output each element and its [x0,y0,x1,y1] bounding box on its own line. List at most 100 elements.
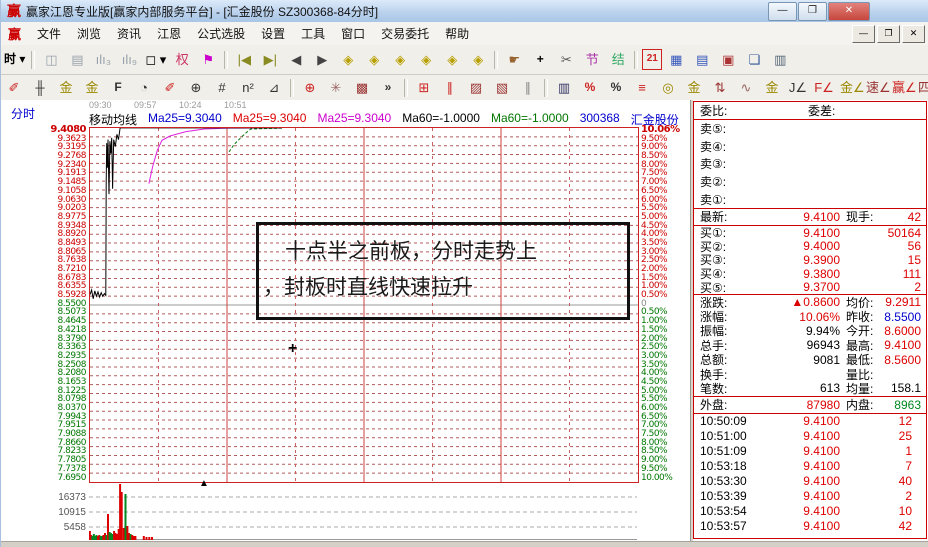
gann-gold-grid2-icon[interactable]: 金 [80,78,104,97]
calendar-icon[interactable]: 21 [642,49,662,70]
time-axis-label: 09:57 [134,100,161,110]
percent-axis-value: 2.00% [641,265,691,273]
wave-icon[interactable]: ∿ [734,78,758,97]
notepad-icon[interactable]: ▤ [690,50,714,69]
prev-page-icon[interactable]: ◀ [284,50,308,69]
menu-item[interactable]: 江恩 [149,22,189,45]
quote-panel: 委比: 委差: 卖⑤: 卖④: 卖③: [693,101,927,539]
drag-hand-icon[interactable]: ☛ [502,50,526,69]
compress-diamond-icon[interactable]: ◈ [440,50,464,69]
chart-type-dropdown[interactable]: ◻ ▾ [143,50,168,69]
target-circle-icon[interactable]: ⊕ [298,78,322,97]
overview-icon[interactable]: ◫ [39,50,63,69]
menu-item[interactable]: 帮助 [437,22,477,45]
percent-box-icon[interactable]: % [578,78,602,97]
menu-item[interactable]: 设置 [253,22,293,45]
updown-arrow-icon[interactable]: ⇅ [708,78,732,97]
more-tools-chevron[interactable]: » [376,78,400,97]
pan-left-diamond-icon[interactable]: ◈ [336,50,360,69]
parallel-lines-icon[interactable]: ∥ [516,78,540,97]
square-of-nine-icon[interactable]: n² [236,78,260,97]
volume-svg [89,482,637,540]
flag-icon[interactable]: ⚑ [196,50,220,69]
bid-row: 买③: 9.3900 15 [694,253,926,267]
price-axis-value: 9.1058 [1,187,86,195]
j-angle-icon[interactable]: J∠ [786,78,810,97]
shaded-box2-icon[interactable]: ▧ [490,78,514,97]
gold-lines-icon[interactable]: 金 [682,78,706,97]
fibonacci-icon[interactable]: F [106,78,130,97]
volume-9-icon[interactable]: ılı₉ [117,50,141,69]
tick-price: 9.4100 [803,519,840,533]
grid-box-icon[interactable]: ⊞ [412,78,436,97]
speed-angle-icon[interactable]: 速∠ [864,78,888,97]
four-angle-icon[interactable]: 四∠ [916,78,928,97]
ask-label: 卖⑤: [700,120,726,137]
latest-row: 最新: 9.4100 现手: 42 [694,209,926,225]
volume-profile-icon[interactable]: ▥ [552,78,576,97]
crosshair-icon[interactable]: + [528,50,552,69]
angle-mirror-icon[interactable]: ⊿ [262,78,286,97]
close-button[interactable]: ✕ [828,2,870,21]
fan-lines-icon[interactable]: ∥ [438,78,462,97]
menu-item[interactable]: 浏览 [69,22,109,45]
first-page-icon[interactable]: |◀ [232,50,256,69]
gold-angle-icon[interactable]: 金 [760,78,784,97]
ma-label: Ma25=9.3040 [233,111,307,128]
shaded-box-icon[interactable]: ▨ [464,78,488,97]
annotation-line2: ，封板时直线快速拉升 [259,265,627,301]
gold-circle-icon[interactable]: ◎ [656,78,680,97]
toolbar-separator [224,51,228,69]
pencil-grid-icon[interactable]: ✐ [158,78,182,97]
last-page-icon[interactable]: ▶| [258,50,282,69]
draw-pencil-icon[interactable]: ✐ [2,78,26,97]
menu-item[interactable]: 交易委托 [373,22,437,45]
volume-pane[interactable] [89,482,637,540]
gann-gold-grid-icon[interactable]: 金 [54,78,78,97]
spiral-icon[interactable]: ◔ [132,78,156,97]
mdi-window-button[interactable]: — [852,25,875,43]
period-selector-button[interactable]: 时 ▾ [2,50,27,69]
gann-knot-icon[interactable]: 结 [606,50,630,69]
ask-row: 卖①: [694,190,926,208]
star-square-icon[interactable]: ▩ [350,78,374,97]
price-ruler-icon[interactable]: ╫ [28,78,52,97]
f-angle-icon[interactable]: F∠ [812,78,836,97]
f10-info-icon[interactable]: ▤ [65,50,89,69]
calculator-icon[interactable]: ▦ [664,50,688,69]
gann-festival-icon[interactable]: 节 [580,50,604,69]
menu-item[interactable]: 工具 [293,22,333,45]
ask-label: 卖②: [700,173,726,190]
maximize-button[interactable]: ❐ [798,2,827,21]
next-page-icon[interactable]: ▶ [310,50,334,69]
menu-item[interactable]: 文件 [29,22,69,45]
expand-diamond-icon[interactable]: ◈ [466,50,490,69]
time-cycle-icon[interactable]: ⊕ [184,78,208,97]
minimize-button[interactable]: — [768,2,797,21]
zoom-out-diamond-icon[interactable]: ◈ [388,50,412,69]
annotation-box[interactable]: 十点半之前板，分时走势上 ，封板时直线快速拉升 [256,222,630,320]
mdi-window-button[interactable]: ✕ [902,25,925,43]
menu-item[interactable]: 公式选股 [189,22,253,45]
percent-axis-value: 1.00% [641,317,691,325]
ying-angle-icon[interactable]: 赢∠ [890,78,914,97]
tick-price: 9.4100 [803,414,840,428]
cut-icon[interactable]: ✂ [554,50,578,69]
price-axis-value: 9.4080 [1,126,86,134]
copy-icon[interactable]: ❏ [742,50,766,69]
price-axis-value: 8.8493 [1,239,86,247]
mdi-window-button[interactable]: ❐ [877,25,900,43]
percent-icon[interactable]: % [604,78,628,97]
pan-right-diamond-icon[interactable]: ◈ [362,50,386,69]
menu-item[interactable]: 资讯 [109,22,149,45]
zoom-in-diamond-icon[interactable]: ◈ [414,50,438,69]
print-icon[interactable]: ▥ [768,50,792,69]
menu-item[interactable]: 窗口 [333,22,373,45]
restore-rights-icon[interactable]: 权 [170,50,194,69]
volume-3-icon[interactable]: ılı₃ [91,50,115,69]
gold-gann-angle-icon[interactable]: 金∠ [838,78,862,97]
star-circle-icon[interactable]: ✳ [324,78,348,97]
percent-lines-icon[interactable]: ≡ [630,78,654,97]
hash-grid-icon[interactable]: # [210,78,234,97]
save-icon[interactable]: ▣ [716,50,740,69]
